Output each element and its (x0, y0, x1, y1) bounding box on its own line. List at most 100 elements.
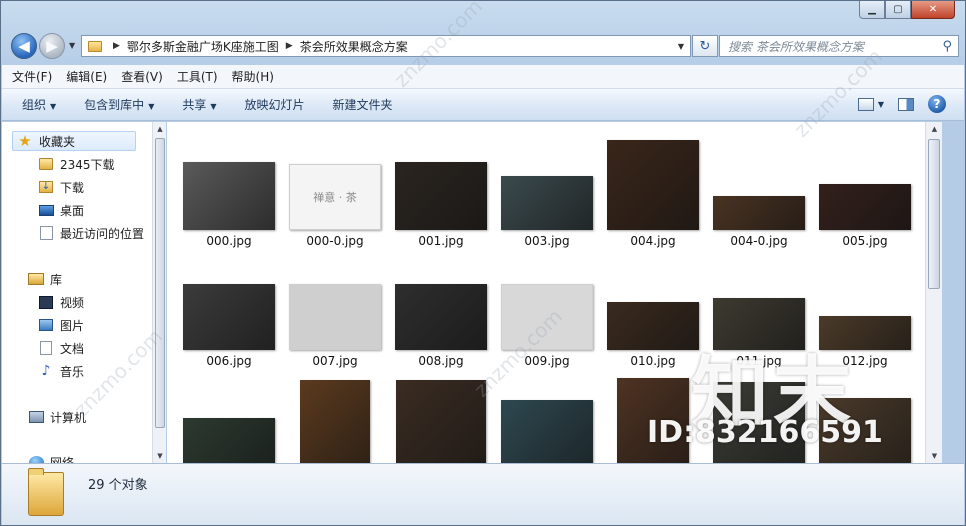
view-options-dropdown-icon[interactable]: ▼ (878, 100, 884, 109)
address-dropdown-icon[interactable]: ▼ (678, 42, 684, 51)
file-thumbnail[interactable] (396, 380, 486, 463)
scrollbar-thumb[interactable] (928, 139, 940, 289)
file-item[interactable] (711, 370, 807, 463)
menu-help[interactable]: 帮助(H) (232, 68, 274, 85)
sidebar-label: 音乐 (60, 364, 85, 379)
breadcrumb-item[interactable]: 茶会所效果概念方案 (300, 38, 408, 55)
sidebar-computer[interactable]: 计算机 (28, 407, 86, 427)
file-thumbnail[interactable] (395, 162, 487, 230)
slideshow-button[interactable]: 放映幻灯片 (245, 96, 305, 113)
file-item[interactable]: 011.jpg (711, 250, 807, 374)
file-item[interactable]: 003.jpg (499, 130, 595, 254)
change-view-icon[interactable] (857, 97, 874, 111)
file-thumbnail[interactable] (183, 162, 275, 230)
file-item[interactable]: 006.jpg (181, 250, 277, 374)
search-icon[interactable]: ⚲ (942, 39, 952, 54)
sidebar-libraries[interactable]: 库 (28, 269, 62, 289)
file-item[interactable]: 禅意 · 茶 000-0.jpg (287, 130, 383, 254)
command-bar: 组织 ▼ 包含到库中 ▼ 共享 ▼ 放映幻灯片 新建文件夹 ▼ ? (2, 89, 964, 121)
file-thumbnail[interactable] (183, 418, 275, 463)
menu-edit[interactable]: 编辑(E) (66, 68, 107, 85)
scroll-up-icon[interactable]: ▲ (926, 122, 943, 136)
scroll-up-icon[interactable]: ▲ (153, 122, 167, 136)
recent-pages-dropdown[interactable]: ▼ (69, 41, 75, 50)
navigation-pane-scrollbar[interactable]: ▲ ▼ (152, 122, 166, 463)
file-item[interactable] (181, 370, 277, 463)
file-thumbnail[interactable] (501, 400, 593, 463)
share-button[interactable]: 共享 ▼ (182, 96, 216, 113)
close-button[interactable]: ✕ (911, 1, 955, 19)
file-thumbnail[interactable] (819, 398, 911, 463)
file-thumbnail[interactable] (713, 196, 805, 230)
sidebar-item-documents[interactable]: 文档 (38, 338, 84, 358)
file-item[interactable]: 005.jpg (817, 130, 913, 254)
sidebar-item-desktop[interactable]: 桌面 (38, 200, 84, 220)
file-item[interactable]: 009.jpg (499, 250, 595, 374)
file-thumbnail[interactable] (607, 140, 699, 230)
menu-view[interactable]: 查看(V) (121, 68, 163, 85)
file-thumbnail[interactable] (819, 316, 911, 350)
file-item[interactable]: 004.jpg (605, 130, 701, 254)
file-item[interactable]: 000.jpg (181, 130, 277, 254)
sidebar-item-downloads[interactable]: ↓ 下载 (38, 177, 84, 197)
file-thumbnail[interactable] (607, 302, 699, 350)
scroll-down-icon[interactable]: ▼ (153, 449, 167, 463)
breadcrumb-item[interactable]: 鄂尔多斯金融广场K座施工图 (127, 38, 279, 55)
file-item[interactable] (287, 370, 383, 463)
computer-icon (28, 411, 44, 423)
file-thumbnail[interactable] (713, 298, 805, 350)
sidebar-favorites[interactable]: ★ 收藏夹 (12, 131, 136, 151)
file-thumbnail[interactable] (713, 382, 805, 463)
file-item[interactable] (817, 370, 913, 463)
item-count: 29 个对象 (88, 478, 148, 493)
file-item[interactable] (393, 370, 489, 463)
file-thumbnail[interactable] (289, 284, 381, 350)
breadcrumb-separator-icon[interactable]: ▶ (113, 41, 120, 51)
include-in-library-button[interactable]: 包含到库中 ▼ (84, 96, 154, 113)
scroll-down-icon[interactable]: ▼ (926, 449, 943, 463)
file-name: 012.jpg (842, 354, 888, 368)
file-thumbnail[interactable] (395, 284, 487, 350)
file-thumbnail[interactable] (819, 184, 911, 230)
menu-file[interactable]: 文件(F) (12, 68, 52, 85)
file-item[interactable]: 012.jpg (817, 250, 913, 374)
breadcrumb-separator-icon[interactable]: ▶ (286, 41, 293, 51)
caption-buttons: ▁ ▢ ✕ (859, 1, 955, 19)
sidebar-network[interactable]: 网络 (28, 452, 74, 463)
sidebar-item-pictures[interactable]: 图片 (38, 315, 84, 335)
file-item[interactable]: 008.jpg (393, 250, 489, 374)
file-item[interactable]: 001.jpg (393, 130, 489, 254)
file-name: 000-0.jpg (306, 234, 364, 248)
address-bar[interactable]: ▶ 鄂尔多斯金融广场K座施工图 ▶ 茶会所效果概念方案 ▼ (81, 35, 691, 57)
file-item[interactable] (499, 370, 595, 463)
menu-tools[interactable]: 工具(T) (177, 68, 218, 85)
file-thumbnail[interactable] (300, 380, 370, 463)
forward-button[interactable]: ▶ (39, 33, 65, 59)
file-thumbnail[interactable] (501, 176, 593, 230)
back-button[interactable]: ◀ (11, 33, 37, 59)
file-thumbnail[interactable]: 禅意 · 茶 (289, 164, 381, 230)
minimize-button[interactable]: ▁ (859, 1, 885, 19)
sidebar-item-music[interactable]: ♪ 音乐 (38, 361, 84, 381)
file-item[interactable] (605, 370, 701, 463)
new-folder-button[interactable]: 新建文件夹 (333, 96, 393, 113)
file-thumbnail[interactable] (501, 284, 593, 350)
content-scrollbar[interactable]: ▲ ▼ (925, 122, 942, 463)
organize-button[interactable]: 组织 ▼ (22, 96, 56, 113)
explorer-window: ▁ ▢ ✕ ◀ ▶ ▼ ▶ 鄂尔多斯金融广场K座施工图 ▶ 茶会所效果概念方案 … (0, 0, 966, 526)
search-input[interactable]: 搜索 茶会所效果概念方案 ⚲ (719, 35, 959, 57)
scrollbar-thumb[interactable] (155, 138, 165, 428)
sidebar-item-videos[interactable]: 视频 (38, 292, 84, 312)
refresh-button[interactable]: ↻ (692, 35, 718, 57)
maximize-button[interactable]: ▢ (885, 1, 911, 19)
organize-label: 组织 (22, 98, 47, 112)
help-icon[interactable]: ? (928, 95, 946, 113)
file-item[interactable]: 010.jpg (605, 250, 701, 374)
file-thumbnail[interactable] (617, 378, 689, 463)
file-thumbnail[interactable] (183, 284, 275, 350)
file-item[interactable]: 007.jpg (287, 250, 383, 374)
file-item[interactable]: 004-0.jpg (711, 130, 807, 254)
sidebar-item-recent-places[interactable]: 最近访问的位置 (38, 223, 144, 243)
sidebar-item-2345-downloads[interactable]: 2345下载 (38, 154, 115, 174)
preview-pane-icon[interactable] (898, 97, 914, 111)
